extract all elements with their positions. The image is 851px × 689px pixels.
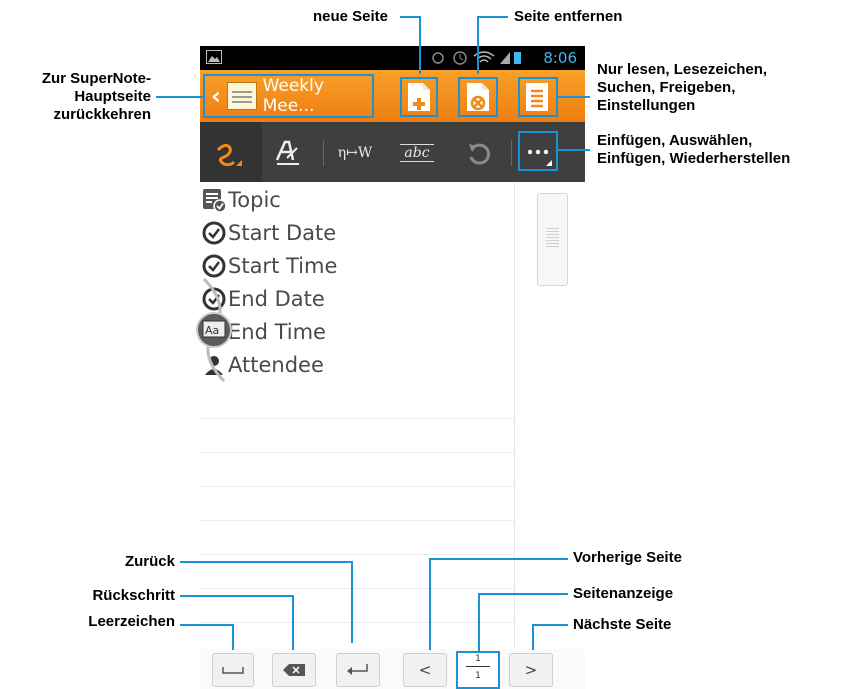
text-mode-tool[interactable]: η↦W bbox=[333, 136, 377, 170]
field-label: Start Time bbox=[228, 254, 338, 278]
callout-prev-page: Vorherige Seite bbox=[573, 549, 682, 566]
callout-backspace: Rückschritt bbox=[92, 587, 175, 604]
space-icon bbox=[222, 667, 244, 674]
more-highlight bbox=[518, 131, 558, 171]
doodle-pen-icon[interactable] bbox=[212, 138, 242, 170]
page-indicator: 1 1 bbox=[456, 651, 500, 689]
field-label: End Time bbox=[228, 320, 326, 344]
callout-menu: Nur lesen, Lesezeichen, Suchen, Freigebe… bbox=[597, 61, 768, 114]
checklist-icon bbox=[202, 188, 226, 212]
callout-next-page: Nächste Seite bbox=[573, 616, 672, 633]
toolbar-divider bbox=[511, 140, 512, 166]
svg-text:Aa: Aa bbox=[205, 324, 219, 337]
page-margin bbox=[514, 182, 515, 689]
backspace-icon bbox=[283, 664, 305, 676]
abc-label: abc bbox=[400, 144, 434, 162]
clock-icon bbox=[202, 221, 226, 245]
field-label: Topic bbox=[228, 188, 281, 212]
field-label: Start Date bbox=[228, 221, 337, 245]
back-button-highlight bbox=[203, 74, 374, 118]
next-page-button[interactable]: > bbox=[509, 653, 553, 687]
typing-tool[interactable]: abc bbox=[395, 136, 439, 170]
new-page-highlight bbox=[400, 77, 438, 117]
callout-space: Leerzeichen bbox=[88, 613, 175, 630]
callout-remove-page: Seite entfernen bbox=[514, 8, 623, 25]
page-current: 1 bbox=[475, 654, 481, 664]
prev-page-button[interactable]: < bbox=[403, 653, 447, 687]
callout-page-indicator: Seitenanzeige bbox=[573, 585, 674, 602]
menu-highlight bbox=[518, 77, 558, 117]
enter-button[interactable] bbox=[336, 653, 380, 687]
toolbar-divider bbox=[323, 140, 324, 166]
callout-more: Einfügen, Auswählen, Einfügen, Wiederher… bbox=[597, 132, 791, 167]
handwrite-icon[interactable] bbox=[275, 140, 301, 166]
callout-back-home: Zur SuperNote- Hauptseite zurückkehren bbox=[41, 70, 151, 123]
enter-icon bbox=[347, 664, 368, 675]
field-label: Attendee bbox=[228, 353, 324, 377]
field-topic[interactable]: Topic bbox=[202, 184, 281, 216]
field-label: End Date bbox=[228, 287, 325, 311]
callout-new-page: neue Seite bbox=[312, 8, 388, 25]
remove-page-highlight bbox=[458, 77, 498, 117]
image-icon bbox=[206, 50, 222, 64]
field-start-date[interactable]: Start Date bbox=[202, 217, 336, 249]
undo-icon[interactable] bbox=[466, 141, 492, 167]
callout-back: Zurück bbox=[124, 553, 175, 570]
status-bar: 8:06 bbox=[200, 46, 585, 70]
page-total: 1 bbox=[475, 671, 481, 681]
space-button[interactable] bbox=[212, 653, 254, 687]
backspace-button[interactable] bbox=[272, 653, 316, 687]
floating-quick-menu[interactable]: Aa bbox=[190, 275, 240, 385]
status-time: 8:06 bbox=[543, 49, 577, 67]
scroll-thumb[interactable] bbox=[537, 193, 568, 286]
status-icons bbox=[432, 51, 521, 65]
